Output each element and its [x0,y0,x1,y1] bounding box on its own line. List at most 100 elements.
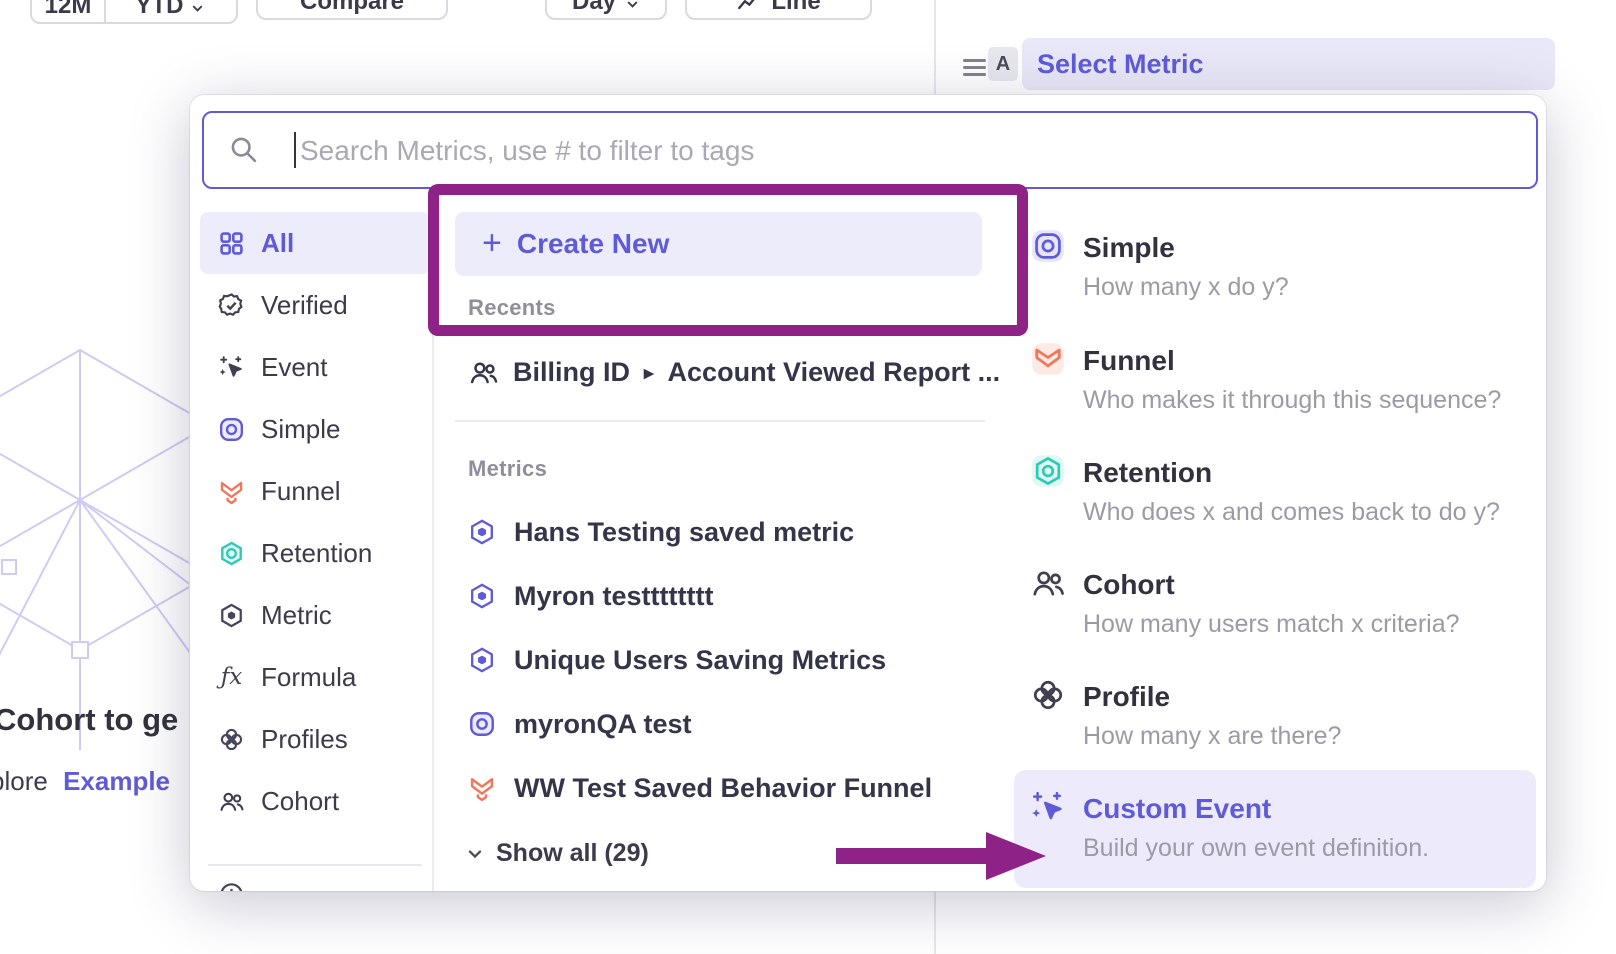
search-icon [228,134,259,165]
chevron-down-icon [190,1,205,16]
range-12m-label: 12M [45,0,92,20]
compare-label: Compare [300,0,404,16]
category-label: Profiles [261,724,348,755]
day-interval-button[interactable]: Day [545,0,667,20]
chart-type-line-button[interactable]: Line [685,0,872,20]
recents-header: Recents [468,295,556,321]
sidebar-divider [432,212,434,891]
sidebar-item-simple[interactable]: Simple [200,398,430,460]
grid-icon [218,230,245,257]
funnel-icon [468,774,496,802]
type-desc: How many users match x criteria? [1083,609,1536,639]
metric-type-cohort[interactable]: Cohort How many users match x criteria? [1010,569,1536,639]
range-ytd-label: YTD [136,0,184,20]
funnel-icon [218,478,245,505]
profiles-icon [218,726,245,753]
category-label: Simple [261,414,340,445]
explore-prefix: plore [0,766,48,796]
day-label: Day [572,0,616,16]
simple-icon [468,710,496,738]
example-link[interactable]: Example [63,766,170,796]
metric-list-item[interactable]: WW Test Saved Behavior Funnel [468,768,932,808]
saved-metric-icon [468,582,496,610]
metric-row-badge: A [988,47,1018,81]
type-name: Simple [1083,232,1536,264]
sidebar-item-verified[interactable]: Verified [200,274,430,336]
metric-type-retention[interactable]: Retention Who does x and comes back to d… [1010,457,1536,527]
metric-type-funnel[interactable]: Funnel Who makes it through this sequenc… [1010,345,1536,415]
sidebar-section-divider [208,864,422,866]
category-label: Formula [261,662,356,693]
recents-divider [455,420,985,422]
select-metric-button[interactable]: Select Metric [1022,38,1555,90]
recent-secondary: Account Viewed Report ... [668,357,1001,388]
metric-type-simple[interactable]: Simple How many x do y? [1010,232,1536,302]
type-desc: How many x are there? [1083,721,1536,751]
saved-metric-icon [468,518,496,546]
sidebar-item-retention[interactable]: Retention [200,522,430,584]
compare-button[interactable]: Compare [256,0,448,20]
profiles-icon [1030,677,1066,713]
funnel-icon [1030,341,1066,377]
empty-state-subtext: plore Example [0,766,170,797]
range-ytd-button[interactable]: YTD [106,0,234,22]
simple-icon [1030,228,1066,264]
type-desc: How many x do y? [1083,272,1536,302]
cohort-icon [1030,565,1066,601]
create-new-button[interactable]: + Create New [455,212,982,276]
verified-icon [218,292,245,319]
type-name: Profile [1083,681,1536,713]
metric-list-item[interactable]: Hans Testing saved metric [468,512,854,552]
metric-list-item[interactable]: Unique Users Saving Metrics [468,640,886,680]
chevron-down-icon [466,845,484,863]
type-name: Cohort [1083,569,1536,601]
metric-list-item[interactable]: Myron testttttttt [468,576,713,616]
sidebar-item-partial[interactable] [200,874,430,891]
metric-type-custom-event[interactable]: Custom Event Build your own event defini… [1010,793,1536,863]
saved-metric-icon [468,646,496,674]
plus-icon: + [482,226,502,260]
metric-label: Myron testttttttt [514,581,713,612]
sidebar-item-funnel[interactable]: Funnel [200,460,430,522]
breadcrumb-arrow-icon: ▸ [644,362,654,385]
line-label: Line [771,0,820,16]
search-input[interactable] [298,113,1520,189]
category-label: Funnel [261,476,341,507]
retention-icon [1030,453,1066,489]
custom-event-icon [1030,789,1066,825]
metric-label: WW Test Saved Behavior Funnel [514,773,932,804]
recent-item[interactable]: Billing ID ▸ Account Viewed Report ... [468,352,1000,392]
metric-type-profile[interactable]: Profile How many x are there? [1010,681,1536,751]
text-caret [294,132,296,168]
sidebar-item-formula[interactable]: ƒx Formula [200,646,430,708]
sidebar-item-metric[interactable]: Metric [200,584,430,646]
empty-state-title: Cohort to ge [0,702,178,738]
category-label: Cohort [261,786,339,817]
metric-list-item[interactable]: myronQA test [468,704,692,744]
show-all-button[interactable]: Show all (29) [466,839,649,868]
simple-icon [218,416,245,443]
clock-icon [218,881,245,892]
date-range-group: 12M YTD [30,0,238,24]
sidebar-item-all[interactable]: All [200,212,430,274]
cohort-icon [218,788,245,815]
select-metric-modal: All Verified Event Simple Funnel [190,95,1546,891]
category-label: Metric [261,600,332,631]
metrics-header: Metrics [468,456,547,482]
line-chart-icon [736,0,762,15]
metric-label: Hans Testing saved metric [514,517,854,548]
range-12m-button[interactable]: 12M [32,0,104,22]
retention-icon [218,540,245,567]
category-label: Verified [261,290,348,321]
sidebar-item-cohort[interactable]: Cohort [200,770,430,832]
category-label: All [261,228,294,259]
sidebar-item-profiles[interactable]: Profiles [200,708,430,770]
drag-handle-icon[interactable] [963,55,986,80]
sidebar-item-event[interactable]: Event [200,336,430,398]
category-label: Event [261,352,328,383]
select-metric-label: Select Metric [1037,49,1204,80]
type-name: Retention [1083,457,1536,489]
event-icon [218,354,245,381]
category-sidebar: All Verified Event Simple Funnel [200,212,430,891]
type-desc: Build your own event definition. [1083,833,1536,863]
